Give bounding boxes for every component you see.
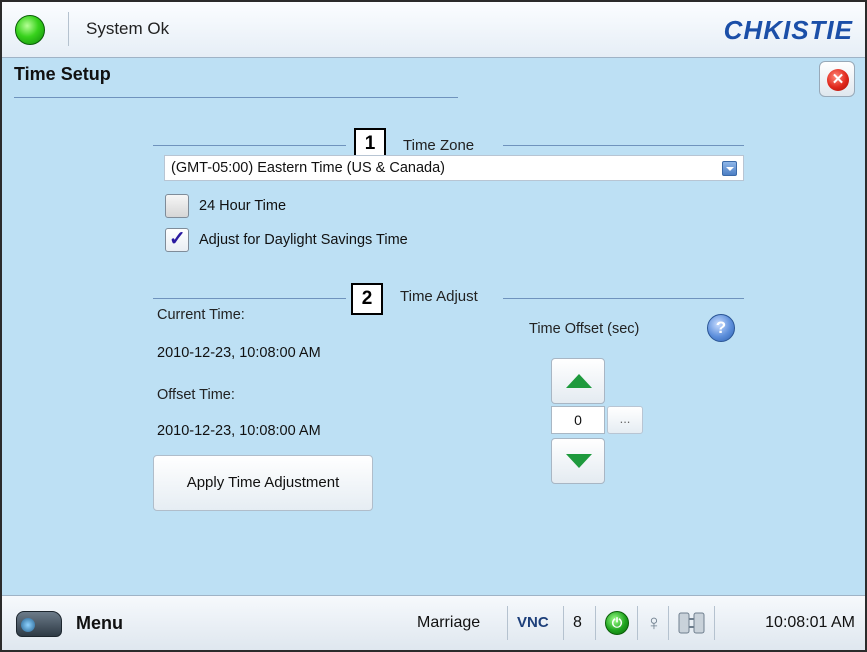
time-offset-input[interactable]: 0 bbox=[551, 406, 605, 434]
decrement-button[interactable] bbox=[551, 438, 605, 484]
profile-name[interactable]: Marriage bbox=[417, 604, 480, 642]
menu-label: Menu bbox=[76, 613, 123, 633]
power-icon[interactable]: ⏻ bbox=[605, 611, 629, 635]
page-title: Time Setup bbox=[14, 64, 111, 84]
checkbox-box[interactable]: ✓ bbox=[165, 228, 189, 252]
time-offset-label: Time Offset (sec) bbox=[529, 321, 640, 337]
status-led-icon[interactable] bbox=[15, 15, 45, 45]
section-title-time-zone: Time Zone bbox=[403, 137, 475, 154]
section-divider-left bbox=[153, 145, 346, 146]
close-button[interactable]: ✕ bbox=[819, 61, 855, 97]
offset-time-value: 2010-12-23, 10:08:00 AM bbox=[157, 423, 321, 439]
section-divider-right bbox=[503, 145, 744, 146]
divider bbox=[668, 606, 669, 640]
brand-logo: CHKISTIE bbox=[723, 15, 853, 45]
current-time-value: 2010-12-23, 10:08:00 AM bbox=[157, 345, 321, 361]
time-zone-value: (GMT-05:00) Eastern Time (US & Canada) bbox=[171, 160, 445, 176]
checkbox-label: Adjust for Daylight Savings Time bbox=[199, 232, 408, 248]
projector-icon bbox=[16, 611, 62, 637]
arrow-up-icon bbox=[566, 374, 592, 388]
increment-button[interactable] bbox=[551, 358, 605, 404]
divider bbox=[714, 606, 715, 640]
system-status-text: System Ok bbox=[86, 19, 170, 38]
offset-time-label: Offset Time: bbox=[157, 387, 235, 403]
chevron-down-icon bbox=[726, 167, 734, 171]
network-icon[interactable] bbox=[676, 607, 708, 639]
current-time-label: Current Time: bbox=[157, 307, 245, 323]
lamp-icon[interactable]: ♀ bbox=[644, 608, 664, 638]
help-icon[interactable]: ? bbox=[707, 314, 735, 342]
checkbox-label: 24 Hour Time bbox=[199, 198, 287, 214]
section-title-time-adjust: Time Adjust bbox=[400, 288, 478, 305]
app-window: System Ok CHKISTIE Time Setup ✕ 1 Time Z… bbox=[0, 0, 867, 652]
divider bbox=[595, 606, 596, 640]
apply-time-adjustment-button[interactable]: Apply Time Adjustment bbox=[153, 455, 373, 511]
section-divider-left bbox=[153, 298, 346, 299]
callout-marker-2: 2 bbox=[351, 283, 383, 315]
dropdown-button[interactable] bbox=[722, 161, 737, 176]
close-icon: ✕ bbox=[827, 69, 849, 91]
divider bbox=[507, 606, 508, 640]
divider bbox=[563, 606, 564, 640]
check-icon: ✓ bbox=[169, 228, 186, 250]
vnc-indicator[interactable]: VNC bbox=[517, 604, 549, 642]
top-status-bar: System Ok CHKISTIE bbox=[2, 2, 865, 58]
divider bbox=[637, 606, 638, 640]
channel-number[interactable]: 8 bbox=[573, 604, 582, 642]
menu-button[interactable]: Menu bbox=[10, 604, 150, 642]
divider bbox=[68, 12, 69, 46]
time-zone-select[interactable]: (GMT-05:00) Eastern Time (US & Canada) bbox=[164, 155, 744, 181]
bottom-status-bar: Menu Marriage VNC 8 ⏻ ♀ 10:08:01 AM bbox=[2, 595, 865, 650]
title-divider bbox=[14, 97, 458, 98]
checkbox-box[interactable] bbox=[165, 194, 189, 218]
arrow-down-icon bbox=[566, 454, 592, 468]
clock-display: 10:08:01 AM bbox=[765, 614, 855, 631]
keypad-button[interactable]: ... bbox=[607, 406, 643, 434]
section-divider-right bbox=[503, 298, 744, 299]
